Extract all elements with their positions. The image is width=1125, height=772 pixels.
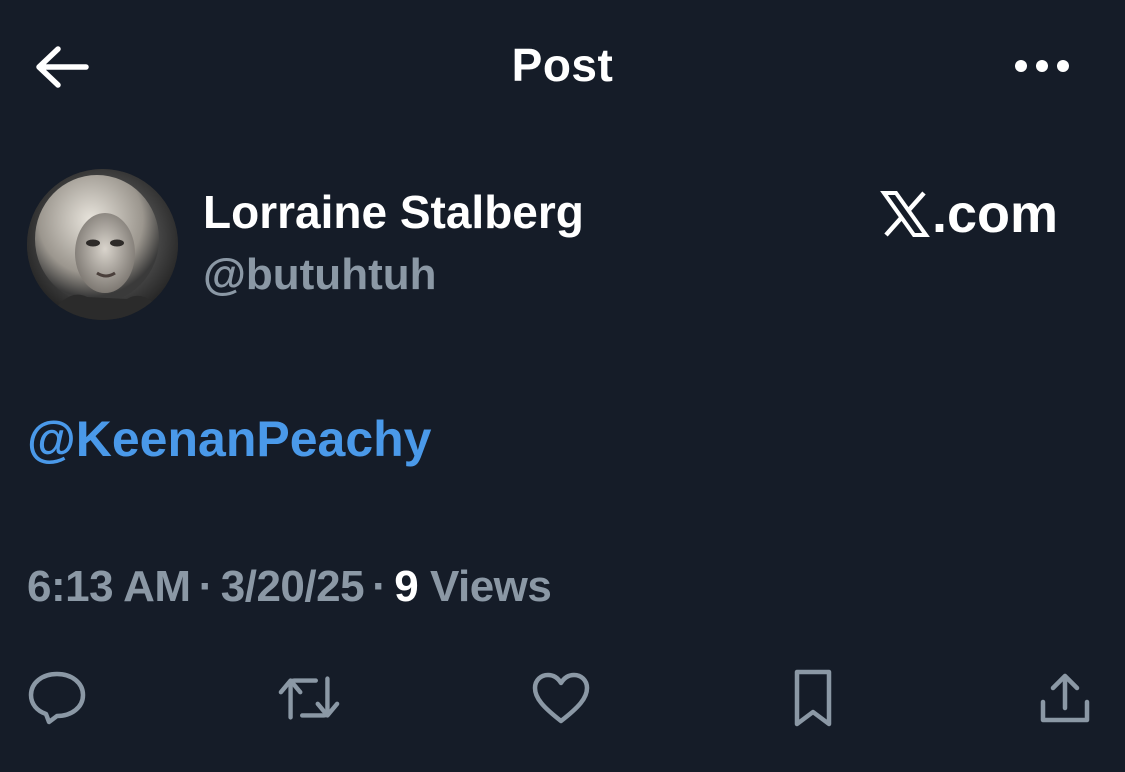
- reply-button[interactable]: [25, 666, 89, 730]
- meta-separator: ·: [372, 562, 387, 611]
- like-button[interactable]: [529, 666, 593, 730]
- more-options-button[interactable]: [1005, 44, 1079, 88]
- meta-separator: ·: [198, 562, 214, 611]
- reply-icon: [28, 671, 86, 725]
- post-meta: 6:13 AM · 3/20/25 · 9 Views: [27, 562, 552, 612]
- share-button[interactable]: [1033, 666, 1097, 730]
- avatar[interactable]: [27, 169, 178, 320]
- more-horizontal-icon: [1015, 60, 1069, 72]
- heart-icon: [532, 672, 590, 724]
- bookmark-icon: [794, 669, 832, 727]
- avatar-photo: [27, 169, 178, 320]
- mention-link[interactable]: @KeenanPeachy: [27, 410, 432, 468]
- author-display-name[interactable]: Lorraine Stalberg: [203, 185, 584, 239]
- brand-text: .com: [932, 184, 1059, 244]
- page-title: Post: [511, 39, 614, 91]
- repost-button[interactable]: [277, 666, 341, 730]
- x-brand-watermark: .com: [880, 184, 1058, 244]
- x-logo-icon: [880, 191, 930, 237]
- repost-icon: [278, 676, 340, 720]
- bookmark-button[interactable]: [781, 666, 845, 730]
- post-time: 6:13 AM: [27, 562, 191, 611]
- post-date: 3/20/25: [220, 562, 365, 611]
- views-count[interactable]: 9: [394, 562, 418, 611]
- author-handle[interactable]: @butuhtuh: [203, 250, 436, 300]
- views-label[interactable]: Views: [430, 562, 552, 611]
- share-icon: [1040, 673, 1090, 723]
- post-detail-screen: Post Lorraine Stalberg @butuhtuh .com @K…: [0, 0, 1125, 772]
